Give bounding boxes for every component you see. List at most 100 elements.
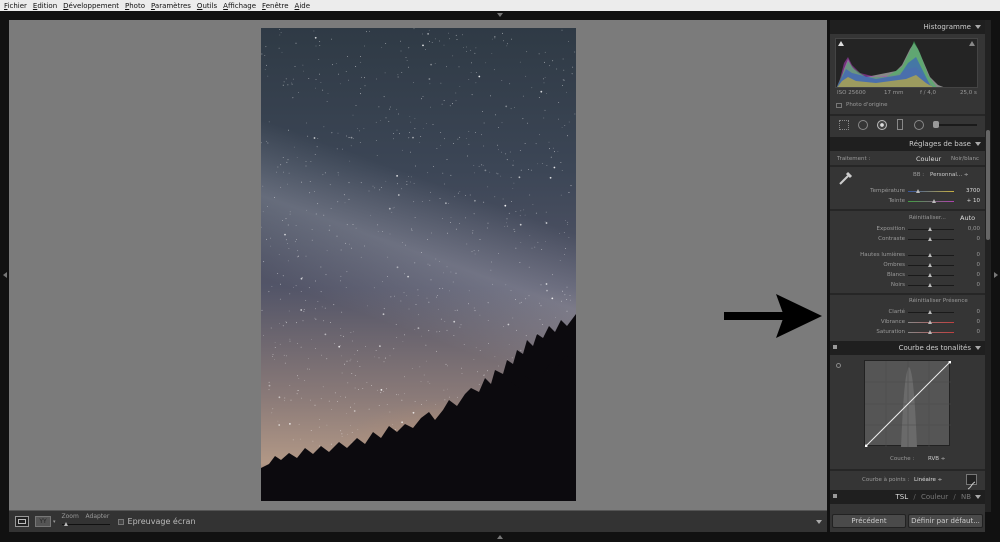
tab-hsl[interactable]: TSL: [895, 493, 908, 501]
soft-proof-checkbox[interactable]: [117, 518, 124, 525]
collapse-icon[interactable]: [975, 495, 981, 499]
slider-knob[interactable]: [928, 310, 932, 314]
slider-saturation[interactable]: Saturation 0: [830, 328, 985, 337]
shadow-clipping-icon[interactable]: [838, 41, 844, 46]
slider-value[interactable]: 0: [977, 252, 981, 258]
slider-highlights[interactable]: Hautes lumières 0: [830, 251, 985, 260]
collapse-icon[interactable]: [975, 346, 981, 350]
slider-tint[interactable]: Teinte + 10: [830, 197, 985, 206]
tab-bw[interactable]: NB: [961, 493, 971, 501]
slider-knob[interactable]: [928, 320, 932, 324]
menu-affichage[interactable]: Affichage: [223, 2, 256, 10]
right-panel-toggle[interactable]: [991, 20, 1000, 532]
loupe-view-button[interactable]: [15, 516, 29, 527]
menu-photo[interactable]: Photo: [125, 2, 145, 10]
set-default-button[interactable]: Définir par défaut...: [908, 514, 983, 528]
slider-vibrance[interactable]: Vibrance 0: [830, 318, 985, 327]
slider-knob[interactable]: [916, 189, 920, 193]
target-adjust-icon[interactable]: [836, 363, 841, 368]
treatment-bw-button[interactable]: Noir/blanc: [951, 156, 979, 162]
fit-label[interactable]: Adapter: [86, 513, 110, 520]
adjustment-brush-knob[interactable]: [933, 121, 939, 128]
histogram-header[interactable]: Histogramme: [830, 20, 985, 34]
toolbar-options-icon[interactable]: [816, 519, 822, 524]
slider-track[interactable]: [908, 201, 954, 202]
slider-contrast[interactable]: Contraste 0: [830, 235, 985, 244]
menu-aide[interactable]: Aide: [295, 2, 311, 10]
tone-curve-header[interactable]: Courbe des tonalités: [830, 341, 985, 355]
slider-knob[interactable]: [928, 237, 932, 241]
menu-bar: Fichier Edition Développement Photo Para…: [0, 0, 1000, 11]
histogram-iso: ISO 25600: [837, 90, 866, 96]
menu-developpement[interactable]: Développement: [63, 2, 119, 10]
slider-knob[interactable]: [928, 227, 932, 231]
photo-preview[interactable]: [261, 28, 576, 501]
tab-color[interactable]: Couleur: [921, 493, 948, 501]
slider-knob[interactable]: [928, 273, 932, 277]
image-workspace[interactable]: [9, 20, 827, 510]
slider-temperature[interactable]: Température 3700: [830, 187, 985, 196]
edit-point-curve-icon[interactable]: [966, 474, 977, 490]
slider-value[interactable]: 3700: [966, 188, 980, 194]
before-after-button[interactable]: YY: [35, 516, 51, 527]
radial-filter-icon[interactable]: [914, 120, 924, 130]
slider-value[interactable]: 0: [977, 272, 981, 278]
original-photo-checkbox[interactable]: [836, 103, 842, 108]
spot-removal-icon[interactable]: [858, 120, 868, 130]
slider-shadows[interactable]: Ombres 0: [830, 261, 985, 270]
white-balance-picker-icon[interactable]: [838, 170, 854, 186]
slider-whites[interactable]: Blancs 0: [830, 271, 985, 280]
point-curve-dropdown[interactable]: Linéaire ÷: [914, 477, 942, 483]
crop-tool-icon[interactable]: [839, 120, 849, 130]
slider-knob[interactable]: [928, 283, 932, 287]
zoom-slider[interactable]: [61, 523, 110, 525]
menu-outils[interactable]: Outils: [197, 2, 217, 10]
slider-value[interactable]: 0: [977, 319, 981, 325]
scrollbar-thumb[interactable]: [986, 130, 990, 240]
slider-track[interactable]: [908, 191, 954, 192]
slider-value[interactable]: 0: [977, 262, 981, 268]
slider-blacks[interactable]: Noirs 0: [830, 281, 985, 290]
adjustment-brush-slider[interactable]: [933, 124, 977, 126]
highlight-clipping-icon[interactable]: [969, 41, 975, 46]
slider-knob[interactable]: [928, 263, 932, 267]
slider-value[interactable]: 0,00: [968, 226, 980, 232]
previous-button[interactable]: Précédent: [832, 514, 906, 528]
slider-value[interactable]: 0: [977, 236, 981, 242]
slider-knob[interactable]: [928, 330, 932, 334]
graduated-filter-icon[interactable]: [897, 119, 903, 130]
auto-tone-button[interactable]: Auto: [960, 214, 975, 222]
slider-value[interactable]: 0: [977, 329, 981, 335]
menu-parametres[interactable]: Paramètres: [151, 2, 191, 10]
slider-knob[interactable]: [932, 199, 936, 203]
channel-dropdown[interactable]: RVB ÷: [928, 456, 945, 462]
slider-knob[interactable]: [928, 253, 932, 257]
histogram-area[interactable]: [835, 38, 978, 88]
hsl-header[interactable]: TSL / Couleur / NB: [830, 490, 985, 504]
slider-value[interactable]: + 10: [967, 198, 980, 204]
collapse-icon[interactable]: [975, 142, 981, 146]
slider-exposure[interactable]: Exposition 0,00: [830, 225, 985, 234]
slider-clarity[interactable]: Clarté 0: [830, 308, 985, 317]
bottom-panel-toggle-strip[interactable]: [0, 532, 1000, 542]
panel-switch-icon[interactable]: [833, 494, 837, 498]
presence-reset-button[interactable]: Réinitialiser Présence: [909, 298, 968, 304]
top-panel-toggle-strip[interactable]: [0, 11, 1000, 20]
slider-value[interactable]: 0: [977, 282, 981, 288]
left-panel-toggle[interactable]: [0, 20, 9, 532]
slider-value[interactable]: 0: [977, 309, 981, 315]
basic-panel-header[interactable]: Réglages de base: [830, 137, 985, 151]
tone-reset-button[interactable]: Réinitialiser...: [909, 215, 946, 221]
zoom-slider-knob[interactable]: [63, 521, 68, 526]
red-eye-icon[interactable]: [877, 120, 887, 130]
treatment-color-button[interactable]: Couleur: [916, 155, 941, 163]
menu-fenetre[interactable]: Fenêtre: [262, 2, 288, 10]
panel-switch-icon[interactable]: [833, 345, 837, 349]
wb-dropdown[interactable]: Personnal... ÷: [930, 172, 968, 178]
collapse-icon[interactable]: [975, 25, 981, 29]
dropdown-arrow-icon[interactable]: ▾: [53, 519, 56, 525]
tone-curve-graph[interactable]: [864, 360, 952, 448]
collapse-top-icon[interactable]: [497, 13, 503, 17]
menu-edition[interactable]: Edition: [33, 2, 57, 10]
menu-fichier[interactable]: Fichier: [4, 2, 27, 10]
